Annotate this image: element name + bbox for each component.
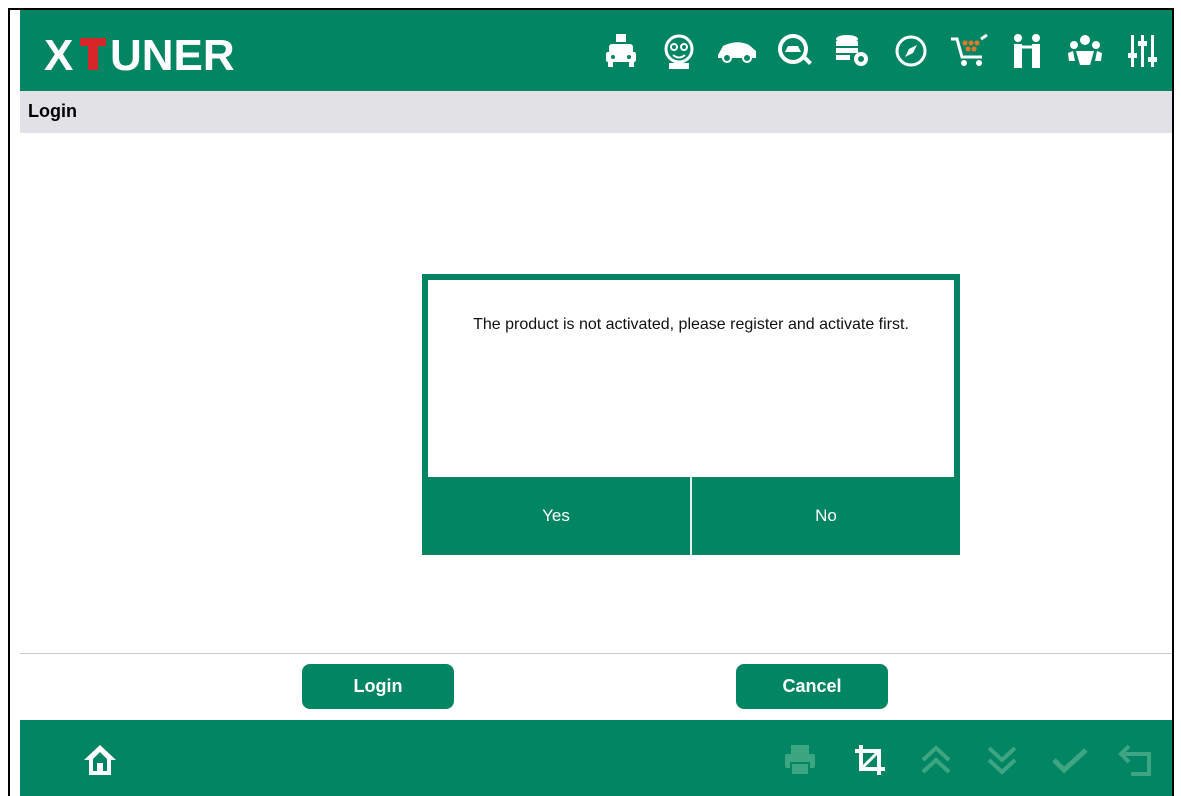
sliders-icon[interactable] (1114, 22, 1172, 80)
database-settings-icon[interactable] (824, 22, 882, 80)
compass-icon[interactable] (882, 22, 940, 80)
svg-text:X: X (44, 32, 73, 76)
mechanic-icon[interactable] (650, 22, 708, 80)
toolbar-icons (592, 10, 1172, 91)
svg-text:UNER: UNER (110, 32, 235, 76)
top-toolbar: X UNER (20, 10, 1172, 91)
no-button[interactable]: No (692, 477, 960, 555)
title-bar: Login (20, 91, 1172, 133)
home-icon[interactable] (80, 740, 120, 780)
car-search-icon[interactable] (766, 22, 824, 80)
group-icon[interactable] (1056, 22, 1114, 80)
page-up-icon (916, 740, 956, 780)
page-down-icon (982, 740, 1022, 780)
login-button[interactable]: Login (302, 664, 454, 709)
crop-icon[interactable] (850, 740, 890, 780)
car-doctor-icon[interactable] (592, 22, 650, 80)
car-icon[interactable] (708, 22, 766, 80)
dialog-body: The product is not activated, please reg… (428, 280, 954, 477)
yes-button[interactable]: Yes (422, 477, 690, 555)
xtuner-logo: X UNER (44, 31, 284, 80)
activation-dialog: The product is not activated, please reg… (422, 274, 960, 555)
shopping-cart-icon[interactable] (940, 22, 998, 80)
check-icon (1050, 740, 1090, 780)
bottom-toolbar (20, 720, 1172, 796)
cancel-button[interactable]: Cancel (736, 664, 888, 709)
print-icon (780, 740, 820, 780)
page-title: Login (28, 101, 77, 121)
action-row: Login Cancel (20, 654, 1172, 720)
dialog-message: The product is not activated, please reg… (473, 316, 909, 333)
people-icon[interactable] (998, 22, 1056, 80)
back-icon[interactable] (1116, 740, 1156, 780)
